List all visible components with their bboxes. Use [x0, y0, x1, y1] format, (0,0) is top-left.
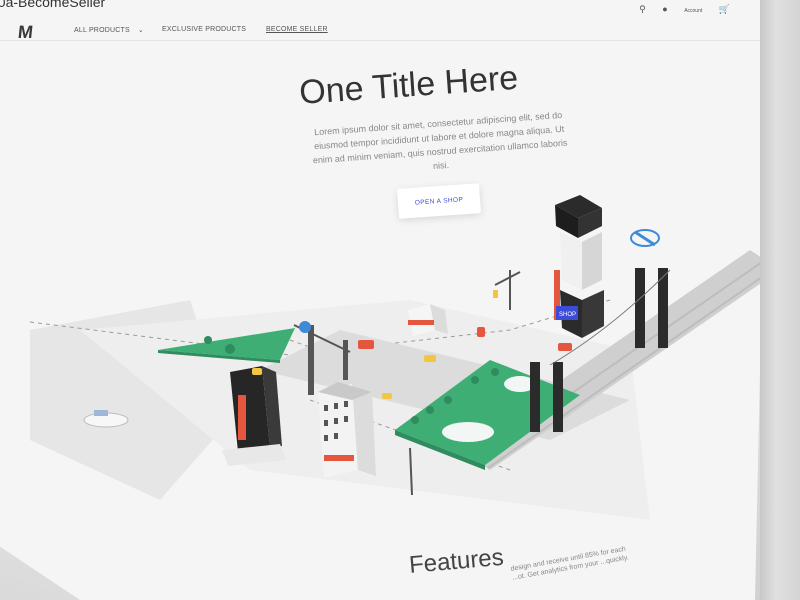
traffic-arm	[494, 271, 521, 286]
bridge-tower	[553, 362, 563, 432]
car-yellow	[424, 355, 436, 362]
tower-sign: SHOP	[559, 312, 576, 318]
bridge-tower	[530, 362, 540, 432]
page: 10a-BecomeSeller M ALL PRODUCTS ⌄ EXCLUSI…	[0, 0, 768, 600]
tree	[491, 368, 499, 376]
apartment-window	[334, 418, 338, 424]
tree	[225, 344, 235, 354]
tree	[444, 396, 452, 404]
apartment-window	[324, 420, 328, 426]
bridge-tower	[635, 268, 645, 348]
car-red	[558, 343, 572, 351]
monitor-bezel	[760, 0, 800, 600]
boat-cabin	[94, 410, 108, 416]
globe-sign	[299, 321, 311, 333]
browser-window: 10a-BecomeSeller M ALL PRODUCTS ⌄ EXCLUSI…	[0, 0, 800, 600]
tree	[426, 406, 434, 414]
tree	[471, 376, 479, 384]
apartment-window	[324, 435, 328, 441]
tree	[204, 336, 212, 344]
traffic-light	[493, 290, 498, 298]
tower-mid-front	[560, 232, 582, 290]
car-orange	[477, 327, 485, 337]
crane-tower-2	[343, 340, 348, 380]
city-illustration: SHOP	[29, 195, 768, 520]
tower-mid-side	[582, 232, 602, 290]
building-stripes	[238, 395, 246, 440]
apartment-awning	[324, 455, 354, 461]
shop-awning	[408, 320, 434, 325]
car-yellow	[382, 393, 392, 399]
apartment-window	[334, 403, 338, 409]
apartment-window	[344, 416, 348, 422]
tree	[411, 416, 419, 424]
car-red	[358, 340, 374, 349]
apartment-window	[324, 405, 328, 411]
car-yellow	[252, 368, 262, 375]
drone-arm	[634, 230, 656, 247]
pond	[442, 422, 494, 442]
apartment-window	[334, 433, 338, 439]
apartment-window	[344, 401, 348, 407]
crane-tower	[308, 325, 314, 395]
